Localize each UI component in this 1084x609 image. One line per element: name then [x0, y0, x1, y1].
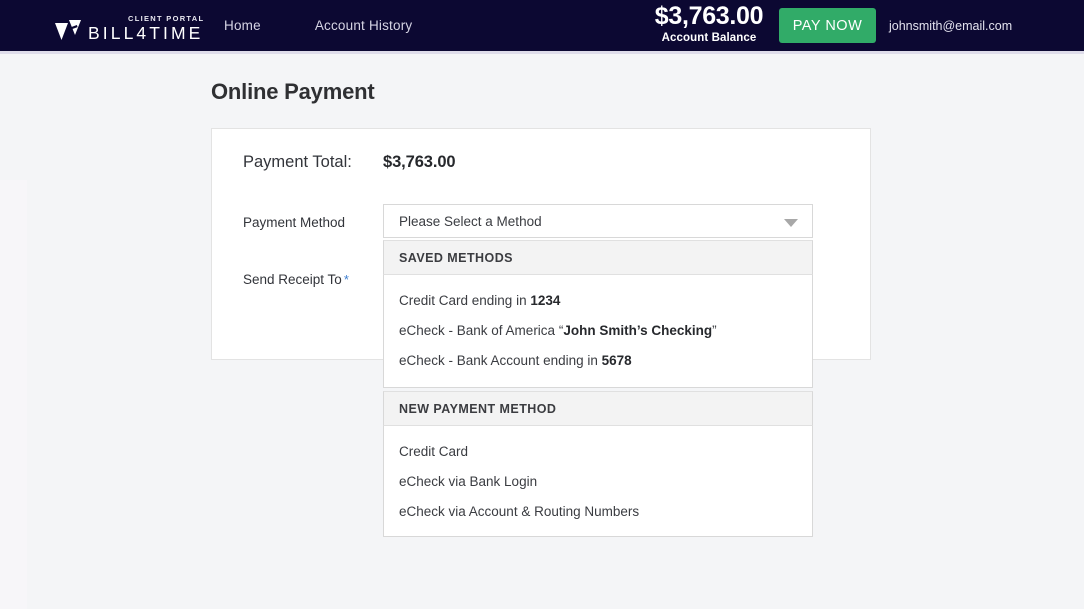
dropdown-section-header-new: NEW PAYMENT METHOD: [383, 391, 813, 426]
dropdown-item-new-echeck-bank-login[interactable]: eCheck via Bank Login: [384, 466, 812, 496]
pay-now-button[interactable]: PAY NOW: [779, 8, 876, 43]
nav-item-account-history[interactable]: Account History: [315, 18, 413, 33]
item-prefix: Credit Card ending in: [399, 292, 531, 308]
account-balance-amount: $3,763.00: [654, 2, 764, 30]
item-suffix: ”: [712, 322, 717, 338]
item-strong: John Smith’s Checking: [563, 322, 713, 338]
dropdown-item-saved-echeck-bank-account[interactable]: eCheck - Bank Account ending in 5678: [384, 345, 812, 375]
payment-method-label: Payment Method: [243, 215, 346, 230]
payment-total-row: Payment Total: $3,763.00: [243, 153, 456, 172]
payment-method-select[interactable]: Please Select a Method: [383, 204, 813, 238]
account-balance-label: Account Balance: [661, 32, 757, 44]
send-receipt-to-text: Send Receipt To: [243, 272, 342, 287]
item-prefix: eCheck - Bank Account ending in: [399, 352, 602, 368]
chevron-down-icon: [784, 219, 798, 227]
site-header: CLIENT PORTAL BILL4TIME Home Account His…: [0, 0, 1084, 51]
item-prefix: eCheck - Bank of America “: [399, 322, 564, 338]
account-balance-block: $3,763.00 Account Balance: [644, 3, 774, 45]
payment-total-value: $3,763.00: [383, 153, 456, 171]
nav-item-home[interactable]: Home: [224, 18, 261, 33]
payment-method-selected-value: Please Select a Method: [399, 213, 542, 229]
payment-total-label: Payment Total:: [243, 153, 352, 171]
payment-method-dropdown: SAVED METHODS Credit Card ending in 1234…: [383, 240, 813, 537]
dropdown-new-methods-list: Credit Card eCheck via Bank Login eCheck…: [383, 426, 813, 537]
dropdown-saved-methods-list: Credit Card ending in 1234 eCheck - Bank…: [383, 275, 813, 388]
dropdown-section-header-saved: SAVED METHODS: [383, 240, 813, 275]
primary-nav: Home Account History: [224, 0, 412, 51]
left-edge-strip: [0, 180, 27, 609]
bill4time-arrow-logo-icon: [55, 20, 81, 40]
logo-wordmark: BILL4TIME: [88, 23, 204, 43]
item-prefix: eCheck via Account & Routing Numbers: [399, 503, 640, 519]
dropdown-item-new-credit-card[interactable]: Credit Card: [384, 436, 812, 466]
item-prefix: eCheck via Bank Login: [399, 473, 538, 489]
brand-logo[interactable]: CLIENT PORTAL BILL4TIME: [55, 9, 204, 43]
send-receipt-to-label: Send Receipt To *: [243, 272, 349, 287]
item-prefix: Credit Card: [399, 443, 469, 459]
dropdown-item-saved-echeck-boa[interactable]: eCheck - Bank of America “John Smith’s C…: [384, 315, 812, 345]
required-marker: *: [343, 272, 349, 287]
item-strong: 1234: [530, 292, 561, 308]
page-title: Online Payment: [211, 79, 375, 104]
dropdown-item-new-echeck-account-routing[interactable]: eCheck via Account & Routing Numbers: [384, 496, 812, 526]
header-underline: [0, 51, 1084, 54]
dropdown-item-saved-credit-card[interactable]: Credit Card ending in 1234: [384, 285, 812, 315]
item-strong: 5678: [601, 352, 632, 368]
user-email: johnsmith@email.com: [889, 19, 1013, 33]
logo-kicker: CLIENT PORTAL: [128, 14, 205, 23]
